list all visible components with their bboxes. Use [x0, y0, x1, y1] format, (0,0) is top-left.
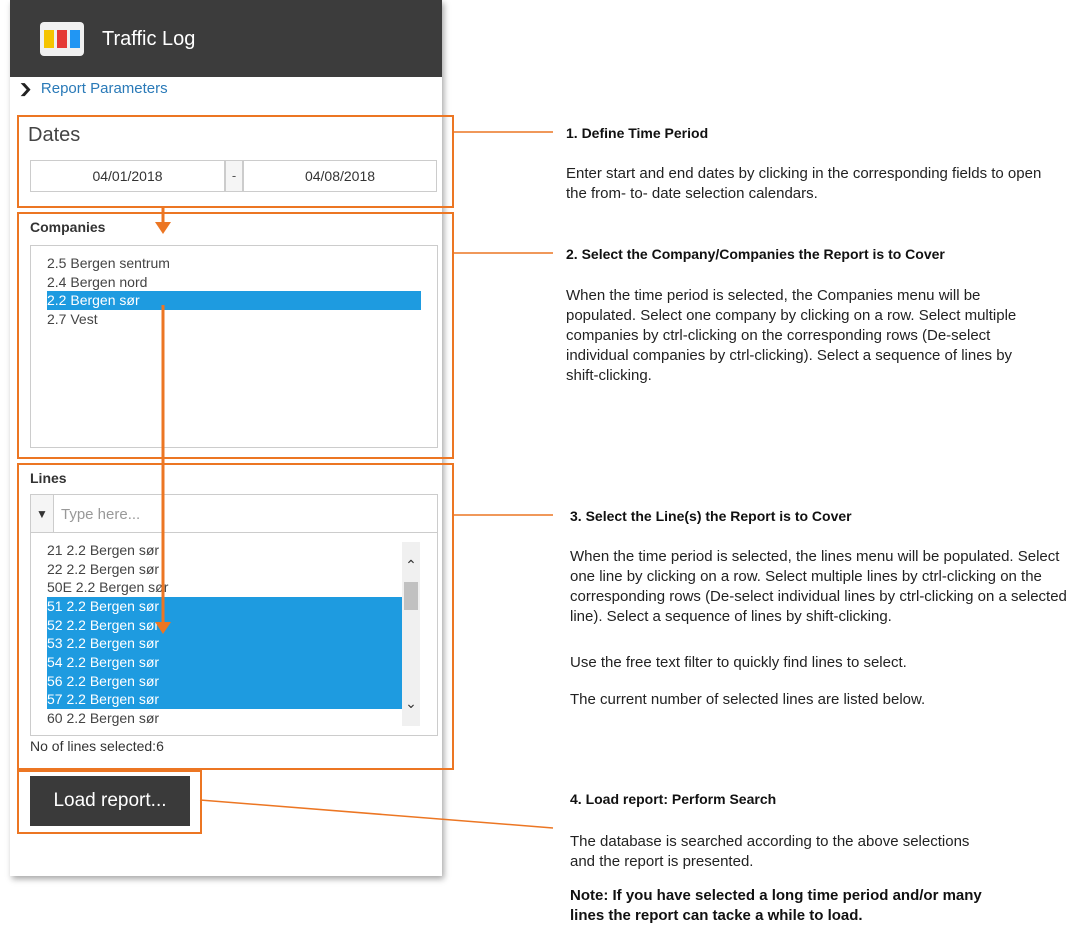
annotation-3-filter-tip: Use the free text filter to quickly find…	[570, 654, 907, 671]
annotation-4-note: Note: If you have selected a long time p…	[570, 887, 982, 924]
arrow-head-1	[155, 222, 171, 234]
annotation-2-title: 2. Select the Company/Companies the Repo…	[566, 246, 945, 262]
annotation-2-text: When the time period is selected, the Co…	[566, 287, 1017, 384]
annotation-4-text: The database is searched according to th…	[570, 833, 970, 870]
annotation-3-text: When the time period is selected, the li…	[570, 548, 1067, 625]
annotation-1-title: 1. Define Time Period	[566, 125, 709, 141]
annotation-connectors	[155, 131, 554, 829]
arrow-head-2	[155, 622, 171, 634]
annotation-3-title: 3. Select the Line(s) the Report is to C…	[570, 508, 852, 524]
connector-4	[199, 799, 554, 829]
annotation-4-title: 4. Load report: Perform Search	[570, 791, 777, 807]
annotation-3-count-tip: The current number of selected lines are…	[570, 691, 926, 708]
annotation-1-text: Enter start and end dates by clicking in…	[566, 165, 1042, 202]
